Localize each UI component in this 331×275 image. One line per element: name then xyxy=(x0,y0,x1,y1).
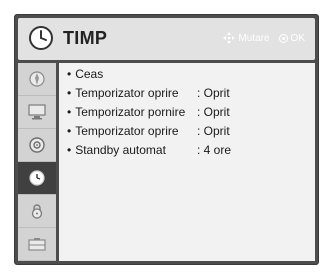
sidebar-item-screen[interactable] xyxy=(18,96,56,129)
item-label: Temporizator oprire xyxy=(67,86,178,100)
audio-icon xyxy=(28,136,46,154)
list-item[interactable]: Temporizator oprire Oprit xyxy=(59,123,315,142)
page-title: TIMP xyxy=(63,28,108,48)
tv-menu-screen: TIMP Mutare OK • Ceas • Temporizator opr… xyxy=(0,0,331,275)
dpad-icon xyxy=(223,32,236,44)
list-item[interactable]: Standby automat 4 ore xyxy=(59,142,315,161)
list-item[interactable]: Ceas xyxy=(59,66,315,85)
item-label: Temporizator pornire xyxy=(67,105,185,119)
option-icon xyxy=(27,235,47,253)
item-label: Temporizator oprire xyxy=(67,124,178,138)
item-value: 4 ore xyxy=(197,143,231,157)
sidebar-item-picture[interactable] xyxy=(18,63,56,96)
item-label: Standby automat xyxy=(67,143,166,157)
monitor-icon xyxy=(27,103,47,121)
item-label: Ceas xyxy=(67,67,103,81)
menu-header: TIMP Mutare OK xyxy=(18,18,315,60)
move-hint-label: Mutare xyxy=(238,32,270,44)
ok-button-icon xyxy=(278,33,288,43)
sidebar-item-audio[interactable] xyxy=(18,129,56,162)
menu-content: Ceas Temporizator oprire Oprit Temporiza… xyxy=(59,63,315,261)
ok-hint-label: OK xyxy=(290,32,305,44)
category-sidebar xyxy=(18,63,56,261)
navigation-hint: Mutare OK xyxy=(223,32,305,44)
sidebar-item-lock[interactable] xyxy=(18,195,56,228)
item-value: Oprit xyxy=(197,105,230,119)
item-value: Oprit xyxy=(197,86,230,100)
picture-icon xyxy=(28,70,46,88)
lock-icon xyxy=(28,202,46,220)
list-item[interactable]: Temporizator oprire Oprit xyxy=(59,85,315,104)
list-item[interactable]: Temporizator pornire Oprit xyxy=(59,104,315,123)
sidebar-item-time[interactable] xyxy=(18,162,56,195)
clock-icon xyxy=(28,25,54,51)
item-value: Oprit xyxy=(197,124,230,138)
sidebar-item-option[interactable] xyxy=(18,228,56,261)
menu-panel: TIMP Mutare OK • Ceas • Temporizator opr… xyxy=(14,14,319,265)
clock-icon xyxy=(28,169,46,187)
